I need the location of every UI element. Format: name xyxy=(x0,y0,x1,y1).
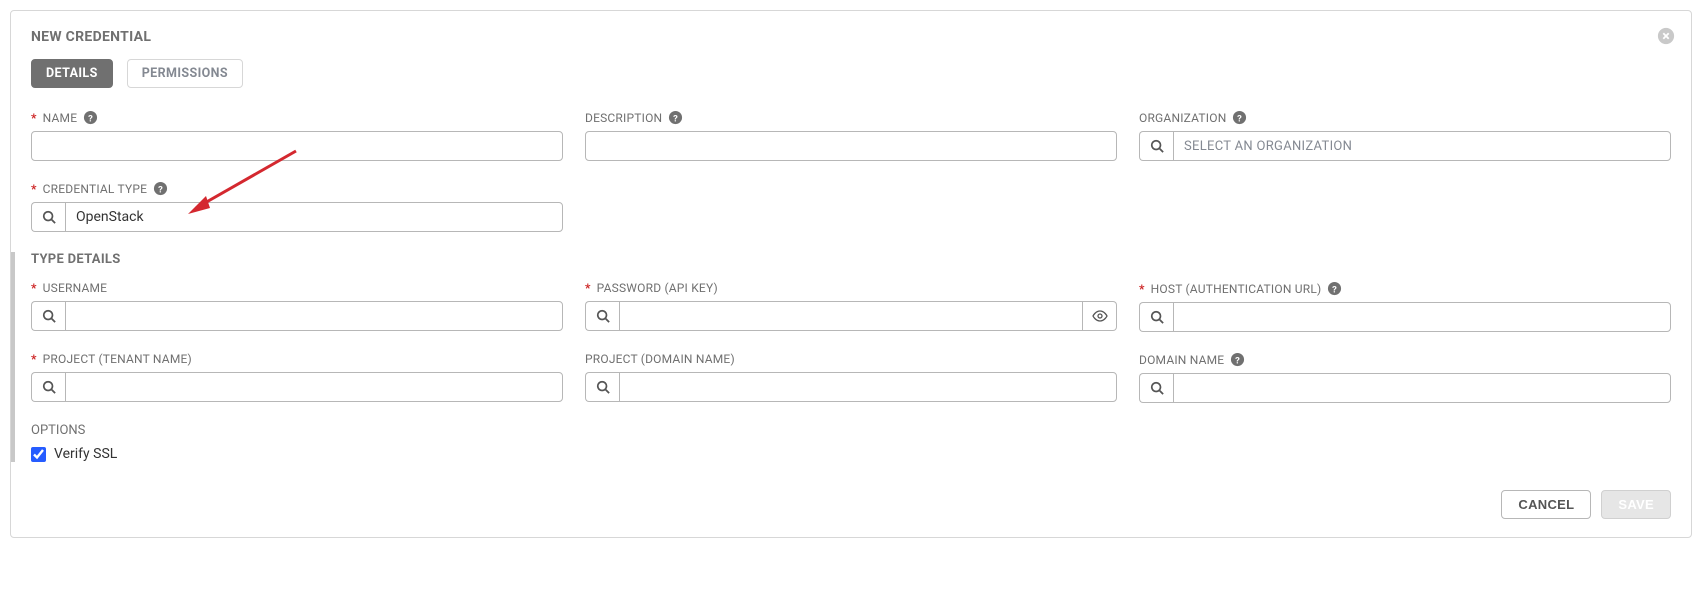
field-description: DESCRIPTION ? xyxy=(585,110,1117,161)
search-icon[interactable] xyxy=(1139,373,1173,403)
password-input[interactable] xyxy=(619,301,1083,331)
svg-text:?: ? xyxy=(673,113,678,124)
cancel-button[interactable]: CANCEL xyxy=(1501,490,1591,519)
username-label: USERNAME xyxy=(43,281,108,295)
host-label: HOST (AUTHENTICATION URL) xyxy=(1151,282,1322,296)
credential-type-lookup-button[interactable] xyxy=(31,202,65,232)
domain-name-input[interactable] xyxy=(1173,373,1671,403)
field-domain-name: DOMAIN NAME ? xyxy=(1139,352,1671,403)
tab-permissions[interactable]: PERMISSIONS xyxy=(127,59,243,88)
verify-ssl-label: Verify SSL xyxy=(54,446,117,462)
name-label: NAME xyxy=(43,111,78,125)
options-heading: OPTIONS xyxy=(31,423,1671,438)
organization-lookup-button[interactable] xyxy=(1139,131,1173,161)
project-domain-input[interactable] xyxy=(619,372,1117,402)
svg-text:?: ? xyxy=(1238,113,1243,124)
reveal-password-button[interactable] xyxy=(1083,301,1117,331)
required-marker: * xyxy=(31,352,37,366)
project-tenant-label: PROJECT (TENANT NAME) xyxy=(43,352,192,366)
field-name: * NAME ? xyxy=(31,110,563,161)
organization-label: ORGANIZATION xyxy=(1139,111,1226,125)
description-label: DESCRIPTION xyxy=(585,111,662,125)
type-details-section: TYPE DETAILS * USERNAME * PASSWORD (API … xyxy=(11,252,1671,462)
help-icon[interactable]: ? xyxy=(668,110,683,125)
required-marker: * xyxy=(31,281,37,295)
svg-text:?: ? xyxy=(1332,284,1337,295)
new-credential-panel: NEW CREDENTIAL DETAILS PERMISSIONS * NAM… xyxy=(10,10,1692,538)
required-marker: * xyxy=(1139,282,1145,296)
close-icon[interactable] xyxy=(1657,27,1675,45)
search-icon[interactable] xyxy=(585,372,619,402)
search-icon[interactable] xyxy=(585,301,619,331)
tabs: DETAILS PERMISSIONS xyxy=(31,59,1671,88)
svg-text:?: ? xyxy=(1235,355,1240,366)
credential-type-label: CREDENTIAL TYPE xyxy=(43,182,148,196)
field-password: * PASSWORD (API KEY) xyxy=(585,281,1117,332)
field-project-domain: PROJECT (DOMAIN NAME) xyxy=(585,352,1117,403)
username-input[interactable] xyxy=(65,301,563,331)
help-icon[interactable]: ? xyxy=(153,181,168,196)
domain-name-label: DOMAIN NAME xyxy=(1139,353,1224,367)
name-input[interactable] xyxy=(31,131,563,161)
search-icon[interactable] xyxy=(31,301,65,331)
type-details-title: TYPE DETAILS xyxy=(31,252,1671,267)
field-credential-type: * CREDENTIAL TYPE ? OpenStack xyxy=(31,181,563,232)
required-marker: * xyxy=(585,281,591,295)
host-input[interactable] xyxy=(1173,302,1671,332)
help-icon[interactable]: ? xyxy=(83,110,98,125)
search-icon[interactable] xyxy=(31,372,65,402)
field-host: * HOST (AUTHENTICATION URL) ? xyxy=(1139,281,1671,332)
svg-text:?: ? xyxy=(88,113,93,124)
help-icon[interactable]: ? xyxy=(1230,352,1245,367)
verify-ssl-row[interactable]: Verify SSL xyxy=(31,446,1671,462)
credential-type-input[interactable]: OpenStack xyxy=(65,202,563,232)
panel-title: NEW CREDENTIAL xyxy=(31,29,1671,45)
project-domain-label: PROJECT (DOMAIN NAME) xyxy=(585,352,735,366)
password-label: PASSWORD (API KEY) xyxy=(597,281,718,295)
field-organization: ORGANIZATION ? SELECT AN ORGANIZATION xyxy=(1139,110,1671,161)
field-project-tenant: * PROJECT (TENANT NAME) xyxy=(31,352,563,403)
help-icon[interactable]: ? xyxy=(1327,281,1342,296)
footer: CANCEL SAVE xyxy=(31,490,1671,519)
project-tenant-input[interactable] xyxy=(65,372,563,402)
organization-input[interactable]: SELECT AN ORGANIZATION xyxy=(1173,131,1671,161)
verify-ssl-checkbox[interactable] xyxy=(31,447,46,462)
tab-details[interactable]: DETAILS xyxy=(31,59,113,88)
save-button[interactable]: SAVE xyxy=(1601,490,1671,519)
field-username: * USERNAME xyxy=(31,281,563,332)
svg-text:?: ? xyxy=(158,184,163,195)
required-marker: * xyxy=(31,111,37,125)
search-icon[interactable] xyxy=(1139,302,1173,332)
description-input[interactable] xyxy=(585,131,1117,161)
help-icon[interactable]: ? xyxy=(1232,110,1247,125)
required-marker: * xyxy=(31,182,37,196)
